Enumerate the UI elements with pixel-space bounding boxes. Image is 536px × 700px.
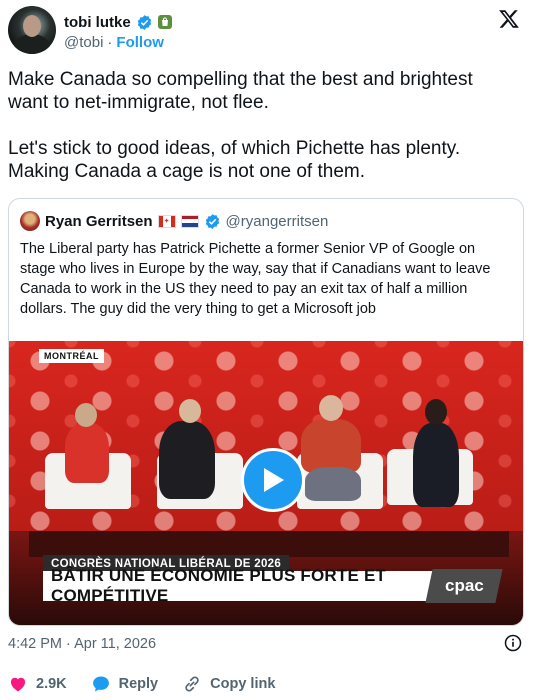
speaker-figure (65, 423, 109, 483)
quoted-tweet[interactable]: Ryan Gerritsen ✦ @ryangerritsen The Libe… (8, 198, 524, 626)
author-name-row: tobi lutke (64, 12, 172, 32)
tweet-text: Make Canada so compelling that the best … (8, 68, 508, 183)
author-name[interactable]: tobi lutke (64, 14, 131, 31)
quoted-avatar[interactable] (20, 211, 40, 231)
network-logo: cpac (425, 569, 503, 603)
tweet-paragraph: Let's stick to good ideas, of which Pich… (8, 138, 461, 182)
link-icon (185, 676, 199, 692)
speaker-head (425, 399, 447, 425)
chyron-headline: BÂTIR UNE ÉCONOMIE PLUS FORTE ET COMPÉTI… (43, 566, 491, 605)
tweet-paragraph: Make Canada so compelling that the best … (8, 69, 473, 113)
reply-icon (92, 676, 109, 692)
author-handle-row: @tobi · Follow (64, 34, 164, 51)
quoted-author-handle[interactable]: @ryangerritsen (226, 213, 329, 230)
quoted-author-name[interactable]: Ryan Gerritsen (45, 213, 153, 230)
quoted-header: Ryan Gerritsen ✦ @ryangerritsen (20, 211, 328, 231)
copy-link-label: Copy link (210, 676, 276, 692)
heart-icon (10, 677, 26, 692)
speaker-figure (305, 467, 361, 501)
like-button[interactable]: 2.9K (8, 674, 67, 694)
affiliate-shopify-icon[interactable] (157, 15, 172, 29)
info-icon[interactable] (504, 634, 522, 652)
tweet-header: tobi lutke @tobi · Follow (8, 6, 528, 56)
speaker-head (75, 403, 97, 427)
location-tag: MONTRÉAL (39, 349, 104, 363)
action-bar: 2.9K Reply Copy link (8, 674, 299, 694)
x-logo-icon[interactable] (498, 8, 520, 30)
speaker-figure (301, 419, 361, 473)
stage-platform (29, 531, 509, 557)
quoted-text: The Liberal party has Patrick Pichette a… (20, 241, 491, 317)
speaker-head (319, 395, 343, 421)
video-player[interactable]: MONTRÉAL CONGRÈS NATIONAL LIBÉRAL DE 202… (9, 341, 523, 625)
separator-dot: · (107, 34, 113, 51)
speaker-figure (413, 423, 459, 507)
copy-link-button[interactable]: Copy link (182, 674, 275, 694)
author-handle[interactable]: @tobi (64, 34, 103, 51)
like-count: 2.9K (36, 676, 67, 692)
canada-flag-icon: ✦ (157, 214, 176, 228)
reply-label: Reply (118, 676, 159, 692)
speaker-figure (159, 421, 215, 499)
reply-button[interactable]: Reply (91, 674, 159, 694)
netherlands-flag-icon (180, 214, 199, 228)
verified-badge-icon (205, 213, 219, 229)
tweet-timestamp[interactable]: 4:42 PM · Apr 11, 2026 (8, 636, 156, 652)
play-button[interactable] (241, 448, 305, 512)
play-icon (264, 468, 284, 492)
author-avatar[interactable] (8, 6, 56, 54)
speaker-head (179, 399, 201, 423)
follow-button[interactable]: Follow (116, 34, 164, 51)
verified-badge-icon (137, 14, 151, 30)
